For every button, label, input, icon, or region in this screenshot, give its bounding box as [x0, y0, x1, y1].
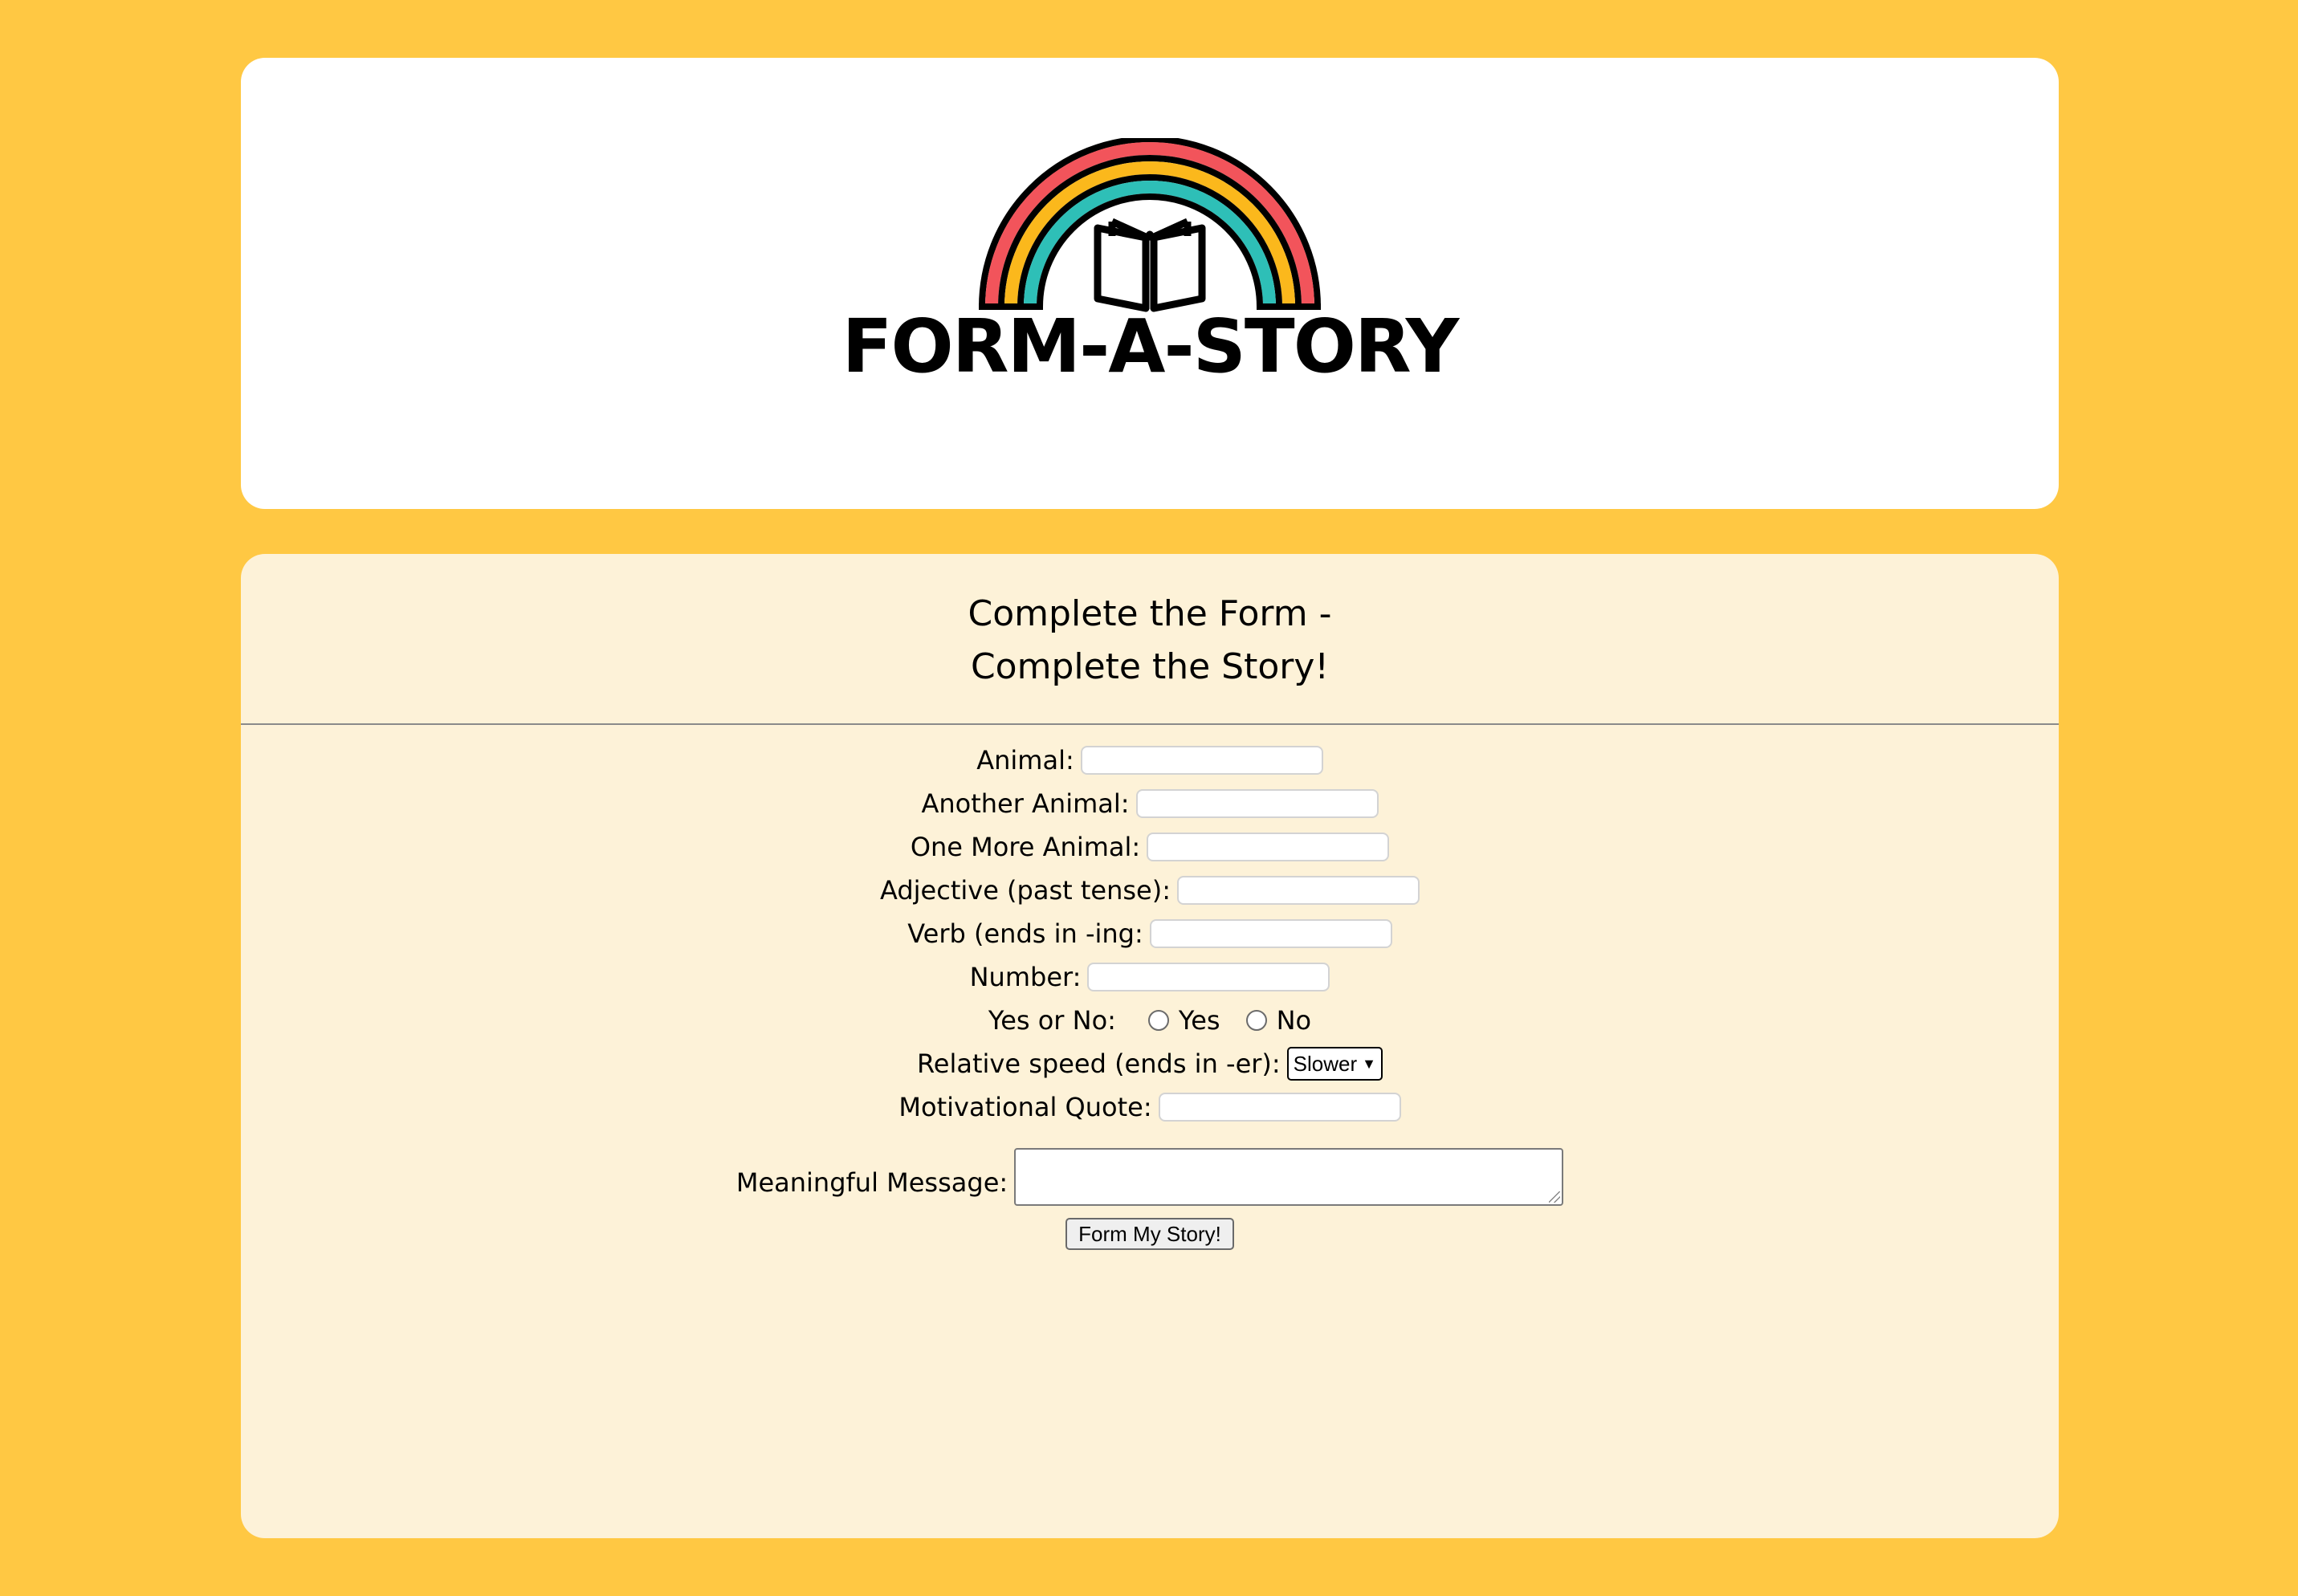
one-more-animal-label: One More Animal: [910, 832, 1141, 862]
speed-row: Relative speed (ends in -er): Slower ▼ [241, 1042, 2059, 1085]
adjective-row: Adjective (past tense): [241, 869, 2059, 912]
quote-input[interactable] [1158, 1093, 1401, 1122]
header-card: FORM-A-STORY [241, 58, 2059, 509]
speed-select[interactable]: Slower ▼ [1286, 1047, 1383, 1081]
yes-no-radio-group: Yes No [1123, 1005, 1311, 1036]
animal-input[interactable] [1080, 746, 1323, 775]
yes-radio[interactable] [1147, 1010, 1169, 1031]
message-label: Meaningful Message: [735, 1167, 1008, 1198]
no-radio-label[interactable]: No [1277, 1005, 1312, 1036]
no-radio[interactable] [1245, 1010, 1267, 1031]
animal-label: Animal: [976, 745, 1074, 776]
resize-grip-icon[interactable] [1549, 1191, 1561, 1203]
another-animal-input[interactable] [1135, 789, 1379, 818]
verb-input[interactable] [1149, 919, 1392, 948]
chevron-down-icon: ▼ [1362, 1055, 1376, 1072]
logo: FORM-A-STORY [241, 138, 2059, 384]
yes-no-row: Yes or No: Yes No [241, 999, 2059, 1042]
message-textarea[interactable] [1014, 1148, 1564, 1206]
submit-row: Form My Story! [241, 1206, 2059, 1262]
form-card: Complete the Form - Complete the Story! … [241, 554, 2059, 1538]
animal-row: Animal: [241, 739, 2059, 782]
logo-text: FORM-A-STORY [841, 303, 1460, 389]
form-title-line1: Complete the Form - [968, 593, 1332, 634]
another-animal-row: Another Animal: [241, 782, 2059, 825]
verb-row: Verb (ends in -ing: [241, 912, 2059, 955]
yes-radio-label[interactable]: Yes [1179, 1005, 1220, 1036]
rainbow-book-icon [979, 138, 1321, 312]
divider [241, 723, 2059, 725]
form-title: Complete the Form - Complete the Story! [241, 554, 2059, 694]
another-animal-label: Another Animal: [921, 788, 1130, 819]
speed-label: Relative speed (ends in -er): [917, 1048, 1281, 1079]
adjective-input[interactable] [1176, 876, 1420, 905]
speed-select-value: Slower [1293, 1051, 1358, 1076]
message-row: Meaningful Message: [241, 1129, 2059, 1206]
number-label: Number: [969, 962, 1082, 992]
form-title-line2: Complete the Story! [970, 646, 1330, 687]
yes-no-label: Yes or No: [988, 1005, 1116, 1036]
form-my-story-button[interactable]: Form My Story! [1065, 1218, 1234, 1250]
number-input[interactable] [1087, 963, 1330, 991]
number-row: Number: [241, 955, 2059, 999]
quote-row: Motivational Quote: [241, 1085, 2059, 1129]
adjective-label: Adjective (past tense): [880, 875, 1171, 906]
story-form: Animal: Another Animal: One More Animal:… [241, 739, 2059, 1262]
one-more-animal-row: One More Animal: [241, 825, 2059, 869]
verb-label: Verb (ends in -ing: [907, 918, 1143, 949]
quote-label: Motivational Quote: [898, 1092, 1152, 1122]
one-more-animal-input[interactable] [1147, 833, 1390, 861]
